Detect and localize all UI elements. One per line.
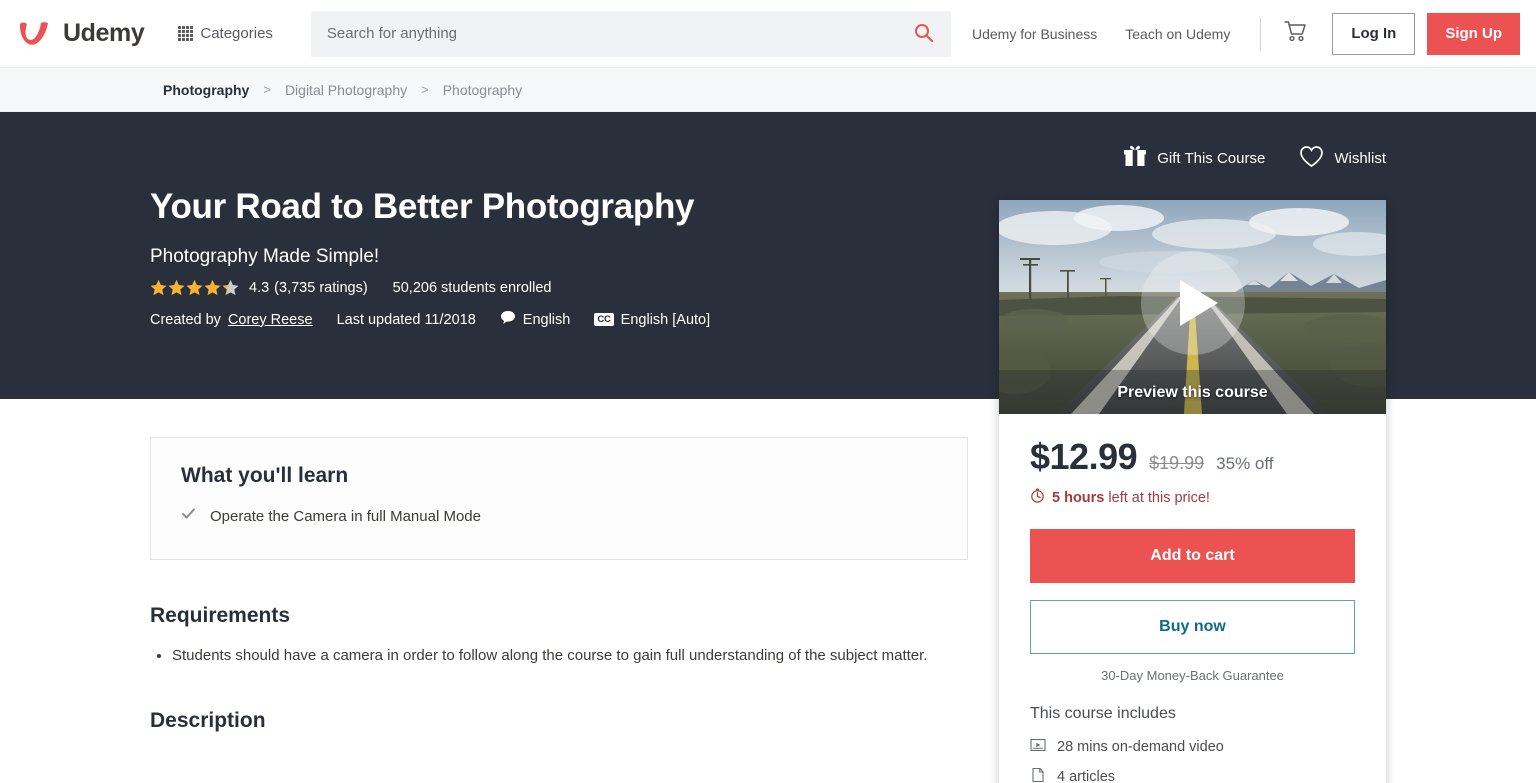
breadcrumb-separator-1: > [263, 82, 271, 97]
requirements-list: Students should have a camera in order t… [150, 644, 927, 667]
course-includes-title: This course includes [1030, 705, 1176, 722]
check-icon [181, 506, 196, 527]
gift-this-course-button[interactable]: Gift This Course [1123, 144, 1265, 172]
hero-actions: Gift This Course Wishlist [1123, 144, 1386, 172]
shopping-cart-icon [1283, 19, 1308, 49]
star-icon-3 [186, 279, 203, 296]
course-language-label: English [522, 311, 571, 328]
wishlist-label: Wishlist [1334, 149, 1386, 167]
course-preview-video[interactable]: Preview this course [999, 200, 1386, 414]
current-price: $12.99 [1030, 436, 1138, 477]
star-icon-5 [222, 279, 239, 296]
course-language: English [500, 310, 571, 329]
urgency-time: 5 hours [1052, 489, 1105, 506]
buy-now-button[interactable]: Buy now [1030, 600, 1355, 654]
star-icon-4 [204, 279, 221, 296]
udemy-for-business-link[interactable]: Udemy for Business [958, 16, 1111, 52]
rating-stars [150, 279, 239, 296]
what-you-will-learn-title: What you'll learn [181, 464, 349, 487]
course-captions-label: English [Auto] [620, 311, 711, 328]
description-title: Description [150, 708, 266, 732]
add-to-cart-button[interactable]: Add to cart [1030, 529, 1355, 583]
star-icon-2 [168, 279, 185, 296]
last-updated: Last updated 11/2018 [336, 311, 476, 328]
wishlist-button[interactable]: Wishlist [1299, 145, 1386, 172]
requirements-title: Requirements [150, 603, 291, 627]
discount-percent: 35% off [1216, 454, 1274, 473]
what-you-will-learn-list: Operate the Camera in full Manual Mode [181, 506, 937, 529]
course-includes-item: 28 mins on-demand video [1030, 732, 1355, 762]
breadcrumb-item-3[interactable]: Photography [443, 82, 522, 98]
created-by-prefix: Created by [150, 311, 221, 328]
price-row: $12.99 $19.99 35% off [1030, 436, 1355, 478]
learn-item-label: Operate the Camera in full Manual Mode [210, 508, 481, 525]
rating-count[interactable]: (3,735 ratings) [274, 280, 368, 296]
search-icon [914, 23, 933, 45]
breadcrumb: Photography > Digital Photography > Phot… [0, 68, 1536, 112]
teach-on-udemy-link[interactable]: Teach on Udemy [1111, 16, 1244, 52]
play-button[interactable] [1140, 250, 1245, 355]
course-captions: CC English [Auto] [594, 312, 710, 328]
rating-row: 4.3 (3,735 ratings) 50,206 students enro… [150, 279, 840, 296]
students-enrolled: 50,206 students enrolled [392, 279, 552, 296]
what-you-will-learn-box: What you'll learn Operate the Camera in … [150, 437, 968, 560]
cart-button[interactable] [1273, 13, 1318, 55]
closed-caption-icon: CC [594, 313, 614, 326]
preview-this-course-label: Preview this course [1117, 384, 1268, 401]
course-includes-label: 4 articles [1057, 769, 1116, 783]
purchase-card-body: $12.99 $19.99 35% off 5 hours left at th… [999, 414, 1386, 783]
breadcrumb-item-1[interactable]: Photography [163, 82, 249, 98]
login-button[interactable]: Log In [1332, 12, 1416, 55]
list-item: Operate the Camera in full Manual Mode [181, 506, 937, 529]
timer-icon [1030, 488, 1045, 507]
course-meta-row: Created by Corey Reese Last updated 11/2… [150, 310, 840, 329]
course-hero-info: Your Road to Better Photography Photogra… [0, 112, 840, 329]
course-subtitle: Photography Made Simple! [150, 246, 380, 267]
speech-bubble-icon [500, 310, 516, 329]
search-button[interactable] [914, 23, 933, 45]
purchase-card: Preview this course $12.99 $19.99 35% of… [999, 200, 1386, 783]
search-input[interactable] [326, 25, 914, 42]
categories-label: Categories [200, 25, 273, 42]
video-icon [1030, 737, 1046, 757]
main-content: What you'll learn Operate the Camera in … [0, 399, 968, 733]
udemy-logo-icon [14, 15, 54, 53]
header-divider [1260, 16, 1262, 51]
search-bar[interactable] [310, 10, 951, 57]
signup-button[interactable]: Sign Up [1427, 12, 1520, 55]
star-icon-1 [150, 279, 167, 296]
site-header: Udemy Categories Udemy for Business Teac… [0, 0, 1536, 68]
money-back-guarantee: 30-Day Money-Back Guarantee [1101, 668, 1284, 683]
article-icon [1030, 767, 1046, 783]
course-includes-label: 28 mins on-demand video [1057, 739, 1224, 755]
instructor-link[interactable]: Corey Reese [228, 312, 313, 328]
header-right-nav: Udemy for Business Teach on Udemy Log In… [958, 12, 1520, 55]
course-hero: Gift This Course Wishlist Your Road to B… [0, 112, 1536, 783]
breadcrumb-separator-2: > [421, 82, 429, 97]
course-title: Your Road to Better Photography [150, 187, 695, 226]
course-includes-item: 4 articles [1030, 762, 1355, 783]
gift-icon [1123, 144, 1147, 172]
heart-icon [1299, 145, 1324, 172]
gift-this-course-label: Gift This Course [1157, 149, 1266, 167]
list-item: Students should have a camera in order t… [172, 644, 967, 667]
breadcrumb-item-2[interactable]: Digital Photography [285, 82, 407, 98]
grid-icon [178, 26, 194, 41]
price-urgency: 5 hours left at this price! [1030, 488, 1355, 507]
rating-value: 4.3 [249, 279, 270, 296]
udemy-logo[interactable]: Udemy [14, 15, 145, 53]
original-price: $19.99 [1149, 453, 1205, 473]
udemy-logo-text: Udemy [63, 19, 145, 47]
course-includes-list: 28 mins on-demand video 4 articles [1030, 732, 1355, 783]
categories-menu[interactable]: Categories [170, 19, 281, 48]
created-by: Created by Corey Reese [150, 312, 313, 328]
play-icon [1179, 279, 1218, 326]
urgency-text: left at this price! [1104, 489, 1210, 506]
